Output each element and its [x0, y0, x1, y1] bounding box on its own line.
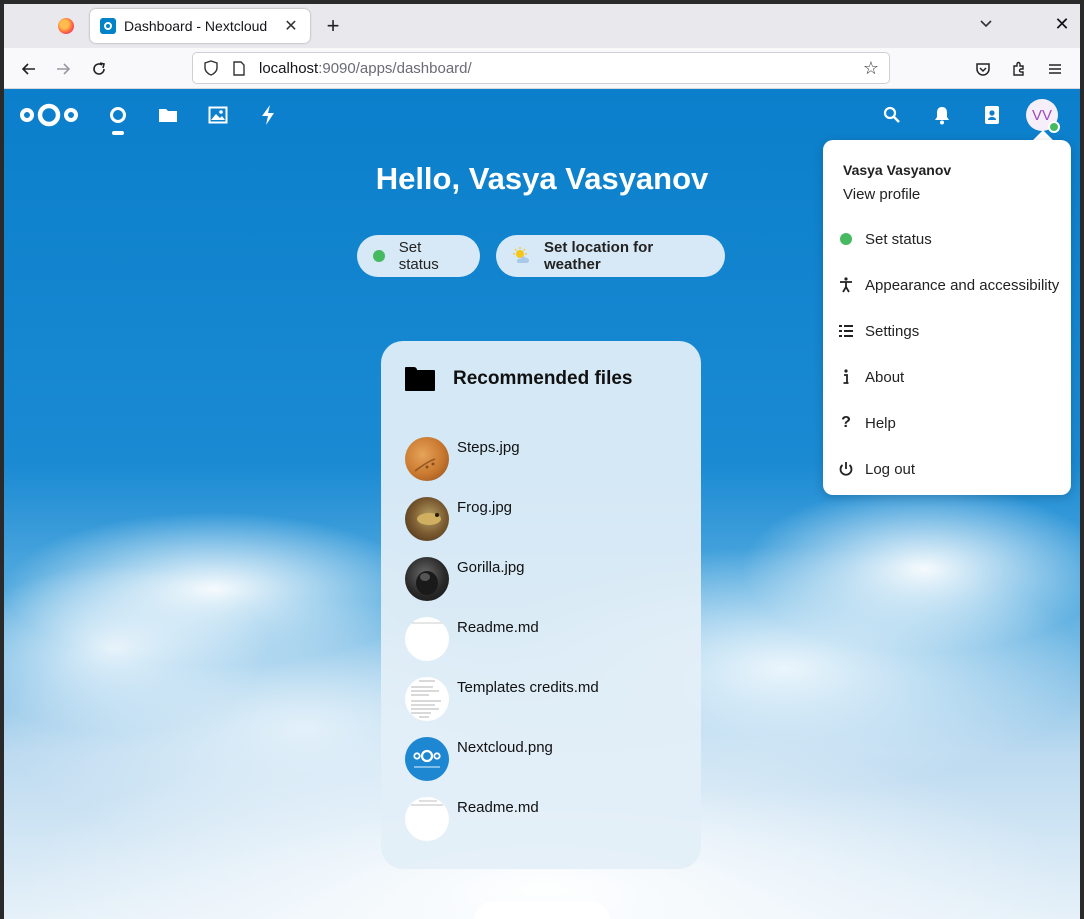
nextcloud-favicon-icon — [100, 18, 116, 34]
file-item-templates-credits[interactable]: Templates credits.md — [405, 677, 685, 721]
file-name: Templates credits.md — [457, 679, 599, 696]
power-icon — [837, 460, 855, 478]
active-app-indicator — [112, 131, 124, 135]
info-icon — [837, 368, 855, 386]
view-profile-link[interactable]: View profile — [843, 186, 920, 203]
templates-credits-thumbnail — [405, 677, 449, 721]
firefox-icon — [58, 18, 74, 34]
set-weather-location-label: Set location for weather — [544, 239, 654, 273]
file-name: Steps.jpg — [457, 439, 520, 456]
tab-title: Dashboard - Nextcloud — [124, 18, 268, 34]
nextcloud-dashboard-page: VV Hello, Vasya Vasyanov Set status Set … — [4, 89, 1080, 919]
set-status-button[interactable]: Set status — [357, 235, 480, 277]
extensions-button[interactable] — [1006, 56, 1032, 82]
avatar-status-dot — [1048, 121, 1060, 133]
page-icon[interactable] — [231, 60, 247, 76]
reload-icon — [93, 62, 105, 75]
notifications-bell-icon[interactable] — [928, 101, 956, 129]
widget-title: Recommended files — [453, 368, 633, 389]
puzzle-icon — [1013, 61, 1024, 76]
pocket-button[interactable] — [970, 56, 996, 82]
url-host: localhost — [259, 59, 319, 77]
settings-list-icon — [837, 322, 855, 340]
new-tab-button[interactable]: + — [320, 14, 346, 40]
dashboard-app-icon[interactable] — [104, 101, 132, 129]
set-status-label: Set status — [398, 239, 439, 273]
nextcloud-header: VV — [4, 89, 1080, 139]
menu-item-label: Set status — [865, 230, 932, 248]
nextcloud-png-thumbnail — [405, 737, 449, 781]
tab-bar: Dashboard - Nextcloud ✕ + ✕ — [4, 4, 1080, 48]
user-menu: Vasya Vasyanov View profile Set status A… — [823, 140, 1071, 495]
menu-item-settings[interactable]: Settings — [837, 314, 1067, 348]
file-item-readme-2[interactable]: Readme.md — [405, 797, 685, 841]
user-menu-name: Vasya Vasyanov — [843, 162, 952, 178]
browser-window: Dashboard - Nextcloud ✕ + ✕ localhost:90… — [4, 4, 1080, 919]
status-dot-icon — [837, 230, 855, 248]
menu-item-label: Help — [865, 414, 896, 432]
pocket-icon — [976, 63, 990, 76]
shield-icon[interactable] — [203, 60, 219, 76]
contacts-icon[interactable] — [978, 101, 1006, 129]
widget-header: Recommended files — [405, 367, 633, 391]
activity-app-icon[interactable] — [254, 101, 282, 129]
window-close-button[interactable]: ✕ — [1050, 14, 1074, 38]
tab-close-icon[interactable]: ✕ — [282, 16, 300, 36]
back-button[interactable] — [16, 56, 42, 82]
set-weather-location-button[interactable]: Set location for weather — [496, 235, 725, 277]
weather-sun-cloud-icon — [512, 247, 530, 265]
file-name: Readme.md — [457, 799, 539, 816]
customize-button[interactable] — [474, 901, 610, 919]
bookmark-star-icon[interactable]: ☆ — [863, 58, 879, 79]
reload-button[interactable] — [86, 56, 112, 82]
folder-icon — [405, 367, 435, 391]
firefox-view-button[interactable] — [48, 10, 84, 42]
file-item-gorilla[interactable]: Gorilla.jpg — [405, 557, 685, 601]
menu-item-label: Appearance and accessibility — [865, 276, 1060, 294]
url-path: :9090/apps/dashboard/ — [318, 59, 472, 77]
file-item-steps[interactable]: Steps.jpg — [405, 437, 685, 481]
forward-arrow-icon — [57, 63, 71, 75]
url-text[interactable]: localhost:9090/apps/dashboard/ — [259, 60, 863, 77]
file-name: Frog.jpg — [457, 499, 513, 516]
menu-item-label: Log out — [865, 460, 916, 478]
file-name: Readme.md — [457, 619, 539, 636]
gorilla-thumbnail — [405, 557, 449, 601]
tab-dashboard[interactable]: Dashboard - Nextcloud ✕ — [90, 9, 310, 43]
forward-button[interactable] — [50, 56, 76, 82]
menu-item-about[interactable]: About — [837, 360, 1067, 394]
file-name: Nextcloud.png — [457, 739, 553, 756]
files-app-icon[interactable] — [154, 101, 182, 129]
menu-item-appearance[interactable]: Appearance and accessibility — [837, 268, 1067, 302]
accessibility-icon — [837, 276, 855, 294]
steps-thumbnail — [405, 437, 449, 481]
file-item-readme[interactable]: Readme.md — [405, 617, 685, 661]
menu-item-log-out[interactable]: Log out — [837, 452, 1067, 486]
nextcloud-logo-icon[interactable] — [18, 101, 80, 129]
file-item-frog[interactable]: Frog.jpg — [405, 497, 685, 541]
navigation-toolbar: localhost:9090/apps/dashboard/ ☆ — [4, 48, 1080, 89]
frog-thumbnail — [405, 497, 449, 541]
photos-app-icon[interactable] — [204, 101, 232, 129]
back-arrow-icon — [21, 63, 35, 75]
help-icon: ? — [841, 414, 851, 431]
readme-2-thumbnail — [405, 797, 449, 841]
menu-item-label: About — [865, 368, 905, 386]
status-dot-icon — [373, 250, 385, 262]
hamburger-icon — [1049, 64, 1061, 74]
recommended-files-widget: Recommended files Steps.jpg Frog.jpg Gor… — [381, 341, 701, 869]
menu-item-set-status[interactable]: Set status — [837, 222, 1067, 256]
app-menu-button[interactable] — [1042, 56, 1068, 82]
file-item-nextcloud-png[interactable]: Nextcloud.png — [405, 737, 685, 781]
readme-thumbnail — [405, 617, 449, 661]
address-bar[interactable]: localhost:9090/apps/dashboard/ ☆ — [192, 52, 890, 84]
search-icon[interactable] — [878, 101, 906, 129]
menu-item-help[interactable]: ? Help — [837, 406, 1067, 440]
tab-list-chevron-icon[interactable] — [974, 16, 998, 40]
menu-item-label: Settings — [865, 322, 920, 340]
file-name: Gorilla.jpg — [457, 559, 525, 576]
